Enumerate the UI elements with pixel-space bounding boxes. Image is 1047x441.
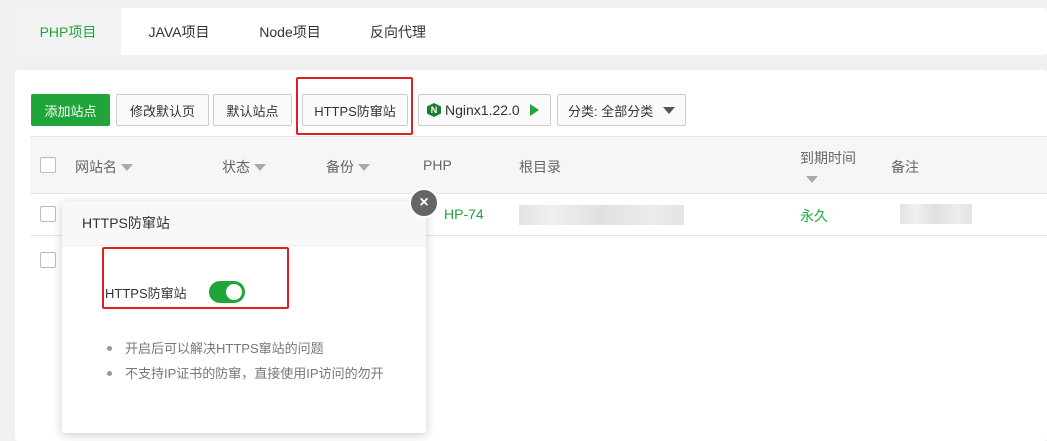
- header-site-name-label: 网站名: [75, 159, 117, 175]
- toggle-label: HTTPS防窜站: [105, 285, 187, 301]
- https-anti-hijack-dialog: HTTPS防窜站 HTTPS防窜站 开启后可以解决HTTPS窜站的问题 不支持I…: [62, 201, 426, 433]
- header-root-dir-label: 根目录: [519, 159, 561, 175]
- header-php-label: PHP: [423, 157, 452, 173]
- row-checkbox[interactable]: [40, 206, 56, 222]
- header-status-label: 状态: [222, 159, 250, 175]
- select-all-checkbox[interactable]: [40, 157, 56, 173]
- tip-item: 开启后可以解决HTTPS窜站的问题: [105, 336, 395, 361]
- tab-node[interactable]: Node项目: [237, 8, 343, 55]
- tab-reverse-proxy[interactable]: 反向代理: [343, 8, 453, 55]
- remark-redacted: [900, 204, 972, 224]
- dialog-tips: 开启后可以解决HTTPS窜站的问题 不支持IP证书的防窜，直接使用IP访问的勿开: [105, 336, 395, 386]
- header-root-dir: 根目录: [519, 157, 561, 177]
- play-icon: [529, 104, 539, 116]
- https-anti-hijack-button[interactable]: HTTPS防窜站: [302, 94, 408, 126]
- header-backup[interactable]: 备份: [326, 157, 370, 177]
- footer-checkbox[interactable]: [40, 252, 56, 268]
- modify-default-page-button[interactable]: 修改默认页: [116, 94, 209, 126]
- tab-php[interactable]: PHP项目: [15, 8, 121, 55]
- table-header: 网站名 状态 备份 PHP 根目录 到期时间 备注: [30, 136, 1047, 194]
- dialog-title: HTTPS防窜站: [62, 201, 426, 246]
- nginx-logo-icon: N: [427, 103, 441, 117]
- sort-caret-icon: [358, 163, 370, 171]
- sort-caret-icon: [121, 163, 133, 171]
- tab-java[interactable]: JAVA项目: [121, 8, 237, 55]
- https-anti-hijack-toggle[interactable]: [208, 281, 245, 303]
- toggle-row: HTTPS防窜站: [105, 281, 245, 303]
- header-site-name[interactable]: 网站名: [75, 157, 133, 177]
- header-expiry-label: 到期时间: [800, 150, 856, 166]
- close-icon[interactable]: ×: [409, 188, 439, 218]
- row-php-version[interactable]: HP-74: [444, 206, 484, 222]
- nginx-version-button[interactable]: N Nginx1.22.0: [418, 94, 551, 126]
- category-label: 分类: 全部分类: [568, 103, 654, 119]
- root-dir-redacted: [519, 205, 684, 225]
- project-tabs: PHP项目 JAVA项目 Node项目 反向代理: [15, 8, 1047, 55]
- header-status[interactable]: 状态: [222, 157, 266, 177]
- chevron-down-icon: [663, 106, 676, 114]
- sort-caret-icon: [254, 163, 266, 171]
- row-expiry[interactable]: 永久: [800, 206, 828, 226]
- add-site-button[interactable]: 添加站点: [31, 94, 110, 126]
- category-select[interactable]: 分类: 全部分类: [557, 94, 686, 126]
- header-backup-label: 备份: [326, 159, 354, 175]
- nginx-version-label: Nginx1.22.0: [445, 102, 520, 118]
- header-expiry[interactable]: 到期时间: [800, 148, 856, 183]
- tip-item: 不支持IP证书的防窜，直接使用IP访问的勿开: [105, 361, 395, 386]
- header-remark-label: 备注: [891, 159, 919, 175]
- header-php: PHP: [423, 157, 452, 173]
- sort-caret-icon: [806, 176, 818, 183]
- header-remark: 备注: [891, 157, 919, 177]
- default-site-button[interactable]: 默认站点: [213, 94, 292, 126]
- toggle-knob: [225, 284, 242, 300]
